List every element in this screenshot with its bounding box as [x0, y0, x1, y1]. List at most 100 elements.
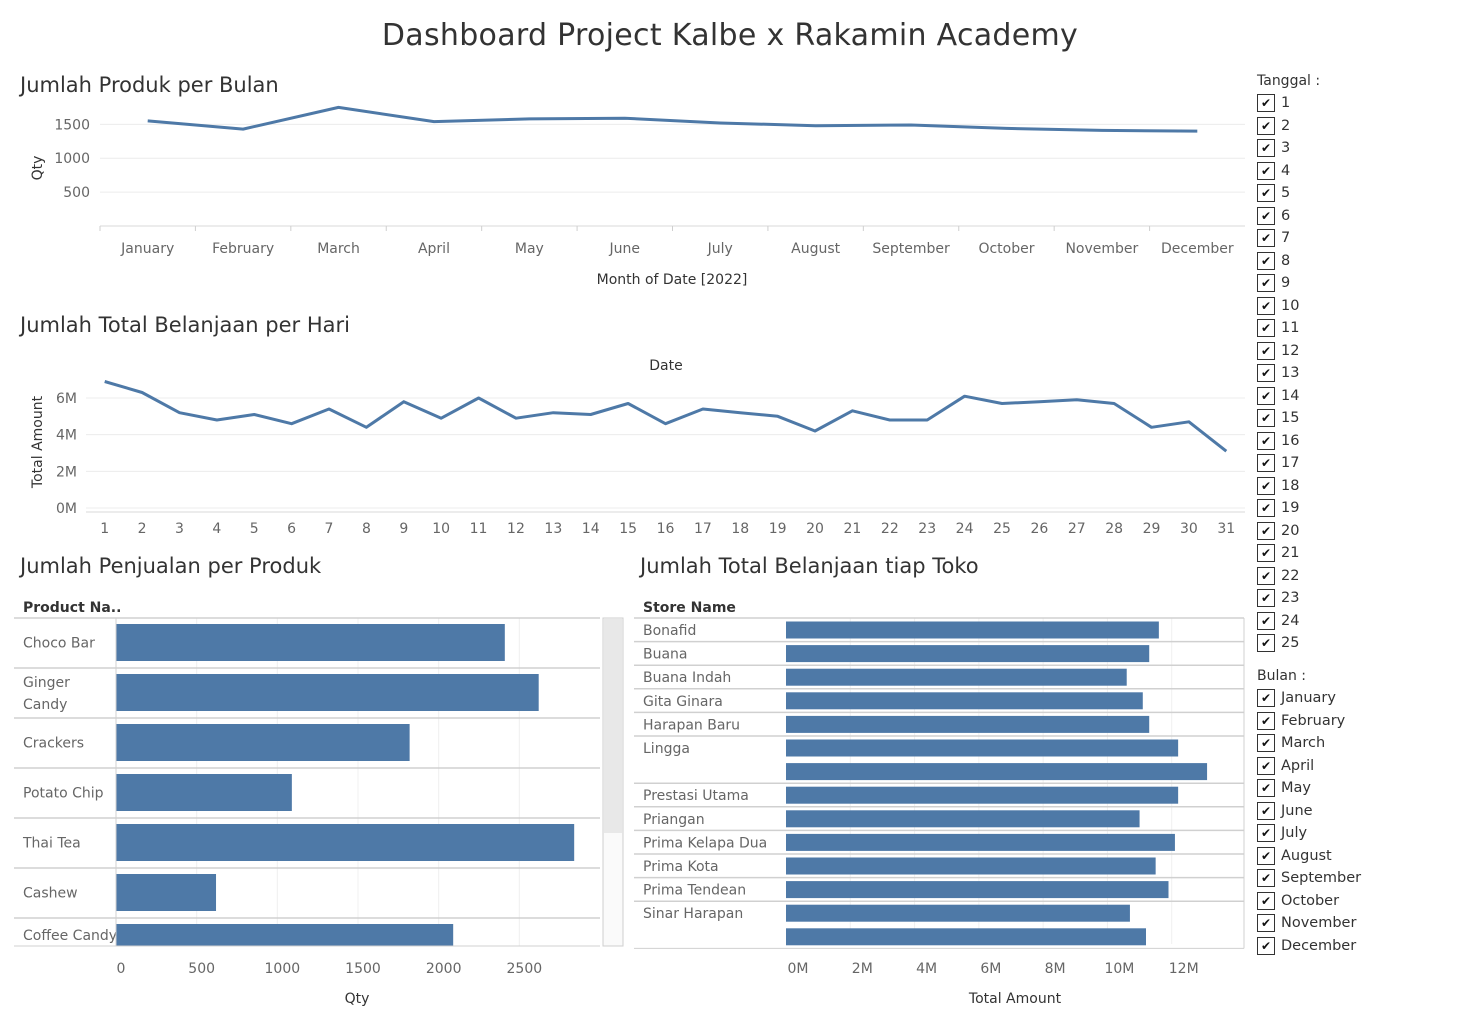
checkbox-checked-icon[interactable]: ✔ [1257, 566, 1275, 585]
tanggal-option[interactable]: ✔ 19 [1257, 498, 1299, 518]
store-bar[interactable] [786, 763, 1208, 781]
bulan-option[interactable]: ✔ May [1257, 778, 1311, 798]
checkbox-checked-icon[interactable]: ✔ [1257, 319, 1275, 337]
tanggal-option[interactable]: ✔ 1 [1257, 93, 1290, 113]
bulan-option[interactable]: ✔ March [1257, 733, 1325, 753]
tanggal-option[interactable]: ✔ 21 [1257, 543, 1299, 563]
tanggal-option[interactable]: ✔ 11 [1257, 318, 1299, 338]
tanggal-option[interactable]: ✔ 2 [1257, 116, 1290, 136]
checkbox-checked-icon[interactable]: ✔ [1257, 611, 1275, 630]
tanggal-option[interactable]: ✔ 7 [1257, 228, 1290, 248]
checkbox-checked-icon[interactable]: ✔ [1257, 521, 1275, 540]
store-bar[interactable] [786, 621, 1159, 639]
checkbox-checked-icon[interactable]: ✔ [1257, 824, 1275, 842]
bulan-option[interactable]: ✔ August [1257, 846, 1332, 866]
checkbox-checked-icon[interactable]: ✔ [1257, 589, 1275, 607]
tanggal-option[interactable]: ✔ 15 [1257, 408, 1299, 428]
bulan-option[interactable]: ✔ October [1257, 891, 1339, 911]
tanggal-option[interactable]: ✔ 23 [1257, 588, 1299, 608]
bulan-option[interactable]: ✔ September [1257, 868, 1361, 888]
tanggal-option[interactable]: ✔ 5 [1257, 183, 1290, 203]
tanggal-option[interactable]: ✔ 16 [1257, 431, 1299, 451]
checkbox-checked-icon[interactable]: ✔ [1257, 296, 1275, 315]
tanggal-option[interactable]: ✔ 3 [1257, 138, 1290, 158]
tanggal-option[interactable]: ✔ 10 [1257, 296, 1299, 316]
checkbox-checked-icon[interactable]: ✔ [1257, 801, 1275, 820]
monthly-line-chart[interactable]: 500 1000 1500 Qty January February March Apri… [0, 100, 1250, 300]
checkbox-checked-icon[interactable]: ✔ [1257, 431, 1275, 450]
store-bar[interactable] [786, 786, 1179, 804]
checkbox-checked-icon[interactable]: ✔ [1257, 779, 1275, 797]
tanggal-option[interactable]: ✔ 8 [1257, 251, 1290, 271]
store-bar[interactable] [786, 857, 1156, 875]
checkbox-checked-icon[interactable]: ✔ [1257, 756, 1275, 775]
bulan-option[interactable]: ✔ July [1257, 823, 1307, 843]
tanggal-option[interactable]: ✔ 6 [1257, 206, 1290, 226]
daily-series-line[interactable] [104, 380, 1228, 453]
tanggal-option[interactable]: ✔ 13 [1257, 363, 1299, 383]
bulan-filter-list[interactable]: ✔ January ✔ February ✔ March ✔ April ✔ May ✔ June ✔ J… [1257, 688, 1457, 963]
store-bar[interactable] [786, 739, 1179, 757]
checkbox-checked-icon[interactable]: ✔ [1257, 161, 1275, 180]
tanggal-filter-list[interactable]: ✔ 1 ✔ 2 ✔ 3 ✔ 4 ✔ 5 ✔ 6 ✔ 7 ✔ 8 ✔ 9 ✔ 10 ✔ 11 ✔ 12 ✔ 13 ✔ 14 ✔ 15 ✔ 16 ✔… [1257, 93, 1457, 653]
tanggal-option[interactable]: ✔ 4 [1257, 161, 1290, 181]
checkbox-checked-icon[interactable]: ✔ [1257, 634, 1275, 652]
checkbox-checked-icon[interactable]: ✔ [1257, 869, 1275, 887]
product-bar[interactable] [116, 674, 539, 711]
daily-line-chart[interactable]: Date 0M2M4M6M Total Amount 1 2 3 4 5 6 7 8 9 10 11… [0, 350, 1250, 545]
tanggal-option[interactable]: ✔ 24 [1257, 611, 1299, 631]
product-bar[interactable] [116, 624, 505, 661]
checkbox-checked-icon[interactable]: ✔ [1257, 914, 1275, 932]
monthly-series-line[interactable] [147, 105, 1198, 133]
checkbox-checked-icon[interactable]: ✔ [1257, 454, 1275, 472]
tanggal-option[interactable]: ✔ 9 [1257, 273, 1290, 293]
checkbox-checked-icon[interactable]: ✔ [1257, 409, 1275, 427]
tanggal-option[interactable]: ✔ 17 [1257, 453, 1299, 473]
store-bar[interactable] [786, 833, 1175, 851]
checkbox-checked-icon[interactable]: ✔ [1257, 116, 1275, 135]
product-scrollbar-thumb[interactable] [604, 619, 622, 833]
product-bar[interactable] [116, 774, 292, 811]
store-bar[interactable] [786, 715, 1150, 733]
checkbox-checked-icon[interactable]: ✔ [1257, 689, 1275, 707]
store-bar[interactable] [786, 881, 1169, 899]
checkbox-checked-icon[interactable]: ✔ [1257, 184, 1275, 202]
checkbox-checked-icon[interactable]: ✔ [1257, 846, 1275, 865]
bulan-option[interactable]: ✔ April [1257, 756, 1314, 776]
tanggal-option[interactable]: ✔ 20 [1257, 521, 1299, 541]
store-bar[interactable] [786, 810, 1140, 828]
product-bar[interactable] [116, 924, 454, 946]
checkbox-checked-icon[interactable]: ✔ [1257, 139, 1275, 157]
tanggal-option[interactable]: ✔ 14 [1257, 386, 1299, 406]
product-bar-chart[interactable]: Product Na.. Choco Bar Ginger Candy Cracker… [0, 590, 630, 1015]
product-bar[interactable] [116, 724, 410, 761]
checkbox-checked-icon[interactable]: ✔ [1257, 94, 1275, 112]
tanggal-option[interactable]: ✔ 18 [1257, 476, 1299, 496]
checkbox-checked-icon[interactable]: ✔ [1257, 251, 1275, 270]
bulan-option[interactable]: ✔ January [1257, 688, 1336, 708]
store-bar[interactable] [786, 668, 1127, 686]
checkbox-checked-icon[interactable]: ✔ [1257, 229, 1275, 247]
checkbox-checked-icon[interactable]: ✔ [1257, 711, 1275, 730]
bulan-option[interactable]: ✔ November [1257, 913, 1356, 933]
product-bar[interactable] [116, 824, 575, 861]
tanggal-option[interactable]: ✔ 25 [1257, 633, 1299, 653]
checkbox-checked-icon[interactable]: ✔ [1257, 936, 1275, 955]
checkbox-checked-icon[interactable]: ✔ [1257, 206, 1275, 225]
checkbox-checked-icon[interactable]: ✔ [1257, 341, 1275, 360]
checkbox-checked-icon[interactable]: ✔ [1257, 476, 1275, 495]
store-bar[interactable] [786, 904, 1130, 922]
product-bar[interactable] [116, 874, 217, 911]
store-bar[interactable] [786, 928, 1146, 946]
bulan-option[interactable]: ✔ February [1257, 711, 1345, 731]
checkbox-checked-icon[interactable]: ✔ [1257, 891, 1275, 910]
bulan-option[interactable]: ✔ December [1257, 936, 1356, 956]
tanggal-option[interactable]: ✔ 12 [1257, 341, 1299, 361]
store-bar[interactable] [786, 645, 1150, 663]
checkbox-checked-icon[interactable]: ✔ [1257, 364, 1275, 382]
store-bar-chart[interactable]: Store Name Bonafid Buana Buana Indah Gita G… [630, 590, 1250, 1015]
store-bar[interactable] [786, 692, 1143, 710]
tanggal-option[interactable]: ✔ 22 [1257, 566, 1299, 586]
checkbox-checked-icon[interactable]: ✔ [1257, 499, 1275, 517]
checkbox-checked-icon[interactable]: ✔ [1257, 544, 1275, 562]
